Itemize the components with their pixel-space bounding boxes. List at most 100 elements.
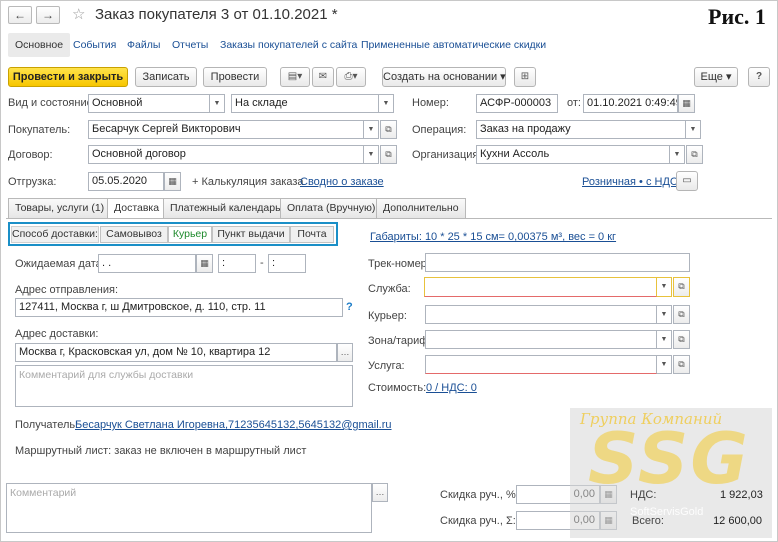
- service-type-select[interactable]: [425, 355, 657, 374]
- chevron-down-icon[interactable]: ▼: [379, 94, 394, 113]
- track-field[interactable]: [425, 253, 690, 272]
- mail-icon[interactable]: ✉: [312, 67, 334, 87]
- help-icon[interactable]: ?: [346, 301, 353, 313]
- service-label: Служба:: [368, 283, 411, 295]
- track-label: Трек-номер:: [368, 258, 430, 270]
- chevron-down-icon[interactable]: ▼: [670, 145, 685, 164]
- print-icon[interactable]: ⎙▾: [336, 67, 366, 87]
- discount-sum-label: Скидка руч., Σ:: [440, 515, 516, 527]
- shipment-label: Отгрузка:: [8, 176, 57, 188]
- help-icon[interactable]: ?: [748, 67, 770, 87]
- forward-icon[interactable]: →: [36, 6, 60, 24]
- from-address-field[interactable]: 127411, Москва г, ш Дмитровское, д. 110,…: [15, 298, 343, 317]
- buyer-field[interactable]: Бесарчук Сергей Викторович: [88, 120, 364, 139]
- date-from-label: от:: [567, 97, 581, 109]
- service-select[interactable]: [424, 277, 657, 297]
- more-icon[interactable]: …: [372, 483, 388, 502]
- tab-payment[interactable]: Оплата (Вручную): [280, 198, 383, 218]
- open-icon[interactable]: ⧉: [380, 120, 397, 139]
- back-icon[interactable]: ←: [8, 6, 32, 24]
- calc-link[interactable]: + Калькуляция заказа: [192, 176, 304, 188]
- cost-label: Стоимость:: [368, 382, 427, 394]
- more-icon[interactable]: …: [337, 343, 353, 362]
- payment-card-icon[interactable]: ▭: [676, 171, 698, 191]
- to-address-field[interactable]: Москва г, Красковская ул, дом № 10, квар…: [15, 343, 337, 362]
- tab-goods[interactable]: Товары, услуги (1): [8, 198, 112, 218]
- kind-label: Вид и состояние:: [8, 97, 96, 109]
- zone-label: Зона/тариф:: [368, 335, 432, 347]
- number-label: Номер:: [412, 97, 449, 109]
- tab-events[interactable]: События: [73, 33, 116, 57]
- buyer-label: Покупатель:: [8, 124, 71, 136]
- chevron-down-icon[interactable]: ▼: [364, 120, 379, 139]
- structure-icon[interactable]: ⊞: [514, 67, 536, 87]
- expected-date-label: Ожидаемая дата:: [15, 258, 105, 270]
- save-button[interactable]: Записать: [135, 67, 197, 87]
- date-field[interactable]: 01.10.2021 0:49:49: [583, 94, 678, 113]
- create-based-on-button[interactable]: Создать на основании ▾: [382, 67, 506, 87]
- operation-select[interactable]: Заказ на продажу: [476, 120, 686, 139]
- tab-payment-calendar[interactable]: Платежный календарь: [163, 198, 288, 218]
- chevron-down-icon[interactable]: ▼: [657, 355, 672, 374]
- zone-select[interactable]: [425, 330, 657, 349]
- comment-field[interactable]: Комментарий: [6, 483, 372, 533]
- state-select[interactable]: На складе: [231, 94, 379, 113]
- discount-pct-label: Скидка руч., %:: [440, 489, 519, 501]
- dimensions-link[interactable]: Габариты: 10 * 25 * 15 см= 0,00375 м³, в…: [370, 231, 616, 243]
- chevron-down-icon[interactable]: ▼: [657, 330, 672, 349]
- org-field[interactable]: Кухни Ассоль: [476, 145, 670, 164]
- favorite-star-icon[interactable]: ☆: [72, 5, 85, 23]
- vat-label: НДС:: [630, 489, 657, 501]
- more-button[interactable]: Еще ▾: [694, 67, 738, 87]
- expected-date-field[interactable]: . .: [98, 254, 196, 273]
- watermark-logo: SSG: [588, 418, 750, 500]
- open-icon[interactable]: ⧉: [380, 145, 397, 164]
- delivery-comment-field[interactable]: Комментарий для службы доставки: [15, 365, 353, 407]
- from-address-label: Адрес отправления:: [15, 284, 119, 296]
- calendar-icon[interactable]: ▦: [678, 94, 695, 113]
- tab-files[interactable]: Файлы: [127, 33, 160, 57]
- org-label: Организация:: [412, 149, 482, 161]
- chevron-down-icon[interactable]: ▼: [657, 277, 672, 297]
- contract-label: Договор:: [8, 149, 53, 161]
- tab-auto-discounts[interactable]: Примененные автоматические скидки: [361, 33, 546, 57]
- chevron-down-icon[interactable]: ▼: [686, 120, 701, 139]
- time-to-field[interactable]: :: [268, 254, 306, 273]
- recipient-link[interactable]: Бесарчук Светлана Игоревна,71235645132,5…: [75, 419, 392, 431]
- price-type-link[interactable]: Розничная • с НДС: [582, 176, 678, 188]
- tab-reports[interactable]: Отчеты: [172, 33, 208, 57]
- time-from-field[interactable]: :: [218, 254, 256, 273]
- kind-select[interactable]: Основной: [88, 94, 210, 113]
- method-pickup-point[interactable]: Пункт выдачи: [212, 226, 290, 243]
- calendar-icon[interactable]: ▦: [164, 172, 181, 191]
- tab-delivery[interactable]: Доставка: [107, 198, 167, 219]
- post-and-close-button[interactable]: Провести и закрыть: [8, 67, 128, 87]
- open-icon[interactable]: ⧉: [673, 330, 690, 349]
- document-dropdown-icon[interactable]: ▤▾: [280, 67, 310, 87]
- chevron-down-icon[interactable]: ▼: [210, 94, 225, 113]
- method-pickup[interactable]: Самовывоз: [100, 226, 168, 243]
- courier-select[interactable]: [425, 305, 657, 324]
- courier-label: Курьер:: [368, 310, 407, 322]
- number-field[interactable]: АСФР-000003: [476, 94, 558, 113]
- chevron-down-icon[interactable]: ▼: [364, 145, 379, 164]
- open-icon[interactable]: ⧉: [673, 305, 690, 324]
- tab-additional[interactable]: Дополнительно: [376, 198, 466, 218]
- method-post[interactable]: Почта: [290, 226, 334, 243]
- method-courier[interactable]: Курьер: [168, 226, 212, 243]
- post-button[interactable]: Провести: [203, 67, 267, 87]
- calendar-icon[interactable]: ▦: [196, 254, 213, 273]
- shipment-date-field[interactable]: 05.05.2020: [88, 172, 164, 191]
- summary-link[interactable]: Сводно о заказе: [300, 176, 384, 188]
- recipient-label: Получатель:: [15, 419, 79, 431]
- time-dash: -: [260, 257, 264, 269]
- tab-divider: [6, 218, 772, 219]
- open-icon[interactable]: ⧉: [673, 355, 690, 374]
- tab-main[interactable]: Основное: [8, 33, 71, 57]
- open-icon[interactable]: ⧉: [686, 145, 703, 164]
- open-icon[interactable]: ⧉: [673, 277, 690, 297]
- tab-site-orders[interactable]: Заказы покупателей с сайта: [220, 33, 357, 57]
- cost-link[interactable]: 0 / НДС: 0: [426, 382, 477, 394]
- chevron-down-icon[interactable]: ▼: [657, 305, 672, 324]
- contract-field[interactable]: Основной договор: [88, 145, 364, 164]
